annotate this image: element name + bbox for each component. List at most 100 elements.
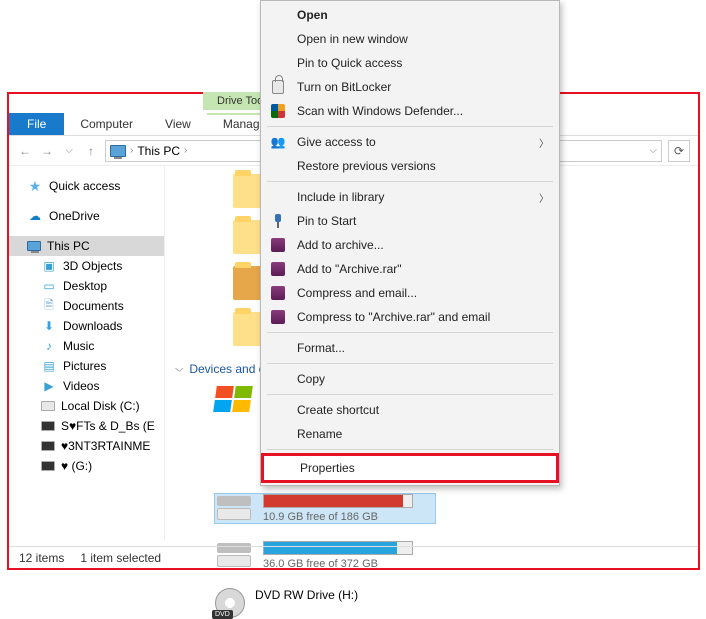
nav-label: Music xyxy=(63,339,94,353)
menu-separator xyxy=(267,449,553,450)
nav-music[interactable]: ♪ Music xyxy=(9,336,164,356)
nav-local-disk-c[interactable]: Local Disk (C:) xyxy=(9,396,164,416)
menu-compress-email[interactable]: Compress and email... xyxy=(261,281,559,305)
chevron-right-icon: 〉 xyxy=(539,190,549,205)
drive-dvd[interactable]: DVD RW Drive (H:) xyxy=(215,588,435,618)
menu-defender[interactable]: Scan with Windows Defender... xyxy=(261,99,559,123)
nav-pictures[interactable]: ▤Pictures xyxy=(9,356,164,376)
pin-icon xyxy=(269,212,287,230)
nav-label: ♥3NT3RTAINME xyxy=(61,439,150,453)
nav-label: 3D Objects xyxy=(63,259,122,273)
drive-selected[interactable]: 10.9 GB free of 186 GB xyxy=(215,494,435,523)
menu-label: Add to archive... xyxy=(297,238,384,252)
recent-dropdown-icon[interactable]: ⌵ xyxy=(61,143,77,159)
drive-name: DVD RW Drive (H:) xyxy=(255,588,435,602)
navigation-pane: ★Quick access ☁ OneDrive This PC ▣3D Obje… xyxy=(9,166,165,540)
chevron-right-icon: 〉 xyxy=(539,135,549,150)
menu-label: Create shortcut xyxy=(297,403,379,417)
menu-label: Add to "Archive.rar" xyxy=(297,262,402,276)
drive-icon xyxy=(41,461,55,471)
nav-label: Local Disk (C:) xyxy=(61,399,140,413)
music-icon: ♪ xyxy=(41,339,57,353)
menu-label: Rename xyxy=(297,427,342,441)
tab-computer[interactable]: Computer xyxy=(64,113,149,135)
menu-pin-quick-access[interactable]: Pin to Quick access xyxy=(261,51,559,75)
menu-compress-rar-email[interactable]: Compress to "Archive.rar" and email xyxy=(261,305,559,329)
chevron-down-icon[interactable]: ⌵ xyxy=(649,145,657,156)
menu-label: Open xyxy=(297,8,328,22)
menu-label: Pin to Start xyxy=(297,214,356,228)
menu-rename[interactable]: Rename xyxy=(261,422,559,446)
nav-label: Pictures xyxy=(63,359,106,373)
star-icon: ★ xyxy=(27,179,43,193)
nav-onedrive[interactable]: ☁ OneDrive xyxy=(9,206,164,226)
menu-restore-versions[interactable]: Restore previous versions xyxy=(261,154,559,178)
menu-label: Give access to xyxy=(297,135,376,149)
breadcrumb[interactable]: This PC xyxy=(137,144,180,158)
menu-open[interactable]: Open xyxy=(261,3,559,27)
menu-label: Turn on BitLocker xyxy=(297,80,391,94)
menu-include-library[interactable]: Include in library 〉 xyxy=(261,185,559,209)
this-pc-icon xyxy=(27,241,41,251)
menu-add-rar[interactable]: Add to "Archive.rar" xyxy=(261,257,559,281)
menu-properties[interactable]: Properties xyxy=(261,453,559,483)
nav-quick-access[interactable]: ★Quick access xyxy=(9,176,164,196)
menu-create-shortcut[interactable]: Create shortcut xyxy=(261,398,559,422)
nav-label: OneDrive xyxy=(49,209,100,223)
menu-format[interactable]: Format... xyxy=(261,336,559,360)
archive-icon xyxy=(269,236,287,254)
nav-videos[interactable]: ▶ Videos xyxy=(9,376,164,396)
menu-label: Properties xyxy=(300,461,355,475)
nav-drive-f[interactable]: ♥3NT3RTAINME xyxy=(9,436,164,456)
menu-separator xyxy=(267,126,553,127)
menu-pin-start[interactable]: Pin to Start xyxy=(261,209,559,233)
desktop-icon: ▭ xyxy=(41,279,57,293)
menu-label: Copy xyxy=(297,372,325,386)
menu-label: Restore previous versions xyxy=(297,159,436,173)
drive-icon xyxy=(215,496,253,522)
menu-label: Compress to "Archive.rar" and email xyxy=(297,310,490,324)
file-tab[interactable]: File xyxy=(9,113,64,135)
nav-label: Videos xyxy=(63,379,99,393)
usage-bar xyxy=(263,494,413,508)
nav-desktop[interactable]: ▭ Desktop xyxy=(9,276,164,296)
documents-icon: 🗎 xyxy=(41,299,57,313)
download-icon: ⬇ xyxy=(41,319,57,333)
nav-this-pc[interactable]: This PC xyxy=(9,236,164,256)
nav-documents[interactable]: 🗎Documents xyxy=(9,296,164,316)
refresh-button[interactable]: ⟳ xyxy=(668,140,690,162)
back-button[interactable]: ← xyxy=(17,143,33,159)
menu-add-archive[interactable]: Add to archive... xyxy=(261,233,559,257)
tab-view[interactable]: View xyxy=(149,113,207,135)
context-menu: Open Open in new window Pin to Quick acc… xyxy=(260,0,560,486)
up-button[interactable]: ↑ xyxy=(83,143,99,159)
menu-give-access[interactable]: 👥Give access to〉 xyxy=(261,130,559,154)
menu-label: Include in library xyxy=(297,190,384,204)
status-selection-count: 1 item selected xyxy=(80,551,161,565)
nav-downloads[interactable]: ⬇ Downloads xyxy=(9,316,164,336)
shield-icon xyxy=(269,102,287,120)
nav-label: Downloads xyxy=(63,319,122,333)
menu-bitlocker[interactable]: Turn on BitLocker xyxy=(261,75,559,99)
nav-3d-objects[interactable]: ▣3D Objects xyxy=(9,256,164,276)
chevron-right-icon: › xyxy=(130,145,133,156)
menu-label: Format... xyxy=(297,341,345,355)
nav-drive-e[interactable]: S♥FTs & D_Bs (E xyxy=(9,416,164,436)
menu-label: Compress and email... xyxy=(297,286,417,300)
lock-icon xyxy=(269,78,287,96)
nav-drive-g[interactable]: ♥ (G:) xyxy=(9,456,164,476)
menu-label: Scan with Windows Defender... xyxy=(297,104,463,118)
nav-label: Desktop xyxy=(63,279,107,293)
videos-icon: ▶ xyxy=(41,379,57,393)
menu-open-new-window[interactable]: Open in new window xyxy=(261,27,559,51)
status-bar: 12 items 1 item selected xyxy=(9,546,698,568)
nav-label: This PC xyxy=(47,239,90,253)
nav-label: S♥FTs & D_Bs (E xyxy=(61,419,155,433)
status-item-count: 12 items xyxy=(19,551,64,565)
archive-icon xyxy=(269,308,287,326)
drive-free-text: 10.9 GB free of 186 GB xyxy=(263,511,435,523)
drive-icon xyxy=(41,441,55,451)
cloud-icon: ☁ xyxy=(27,209,43,223)
forward-button[interactable]: → xyxy=(39,143,55,159)
menu-copy[interactable]: Copy xyxy=(261,367,559,391)
